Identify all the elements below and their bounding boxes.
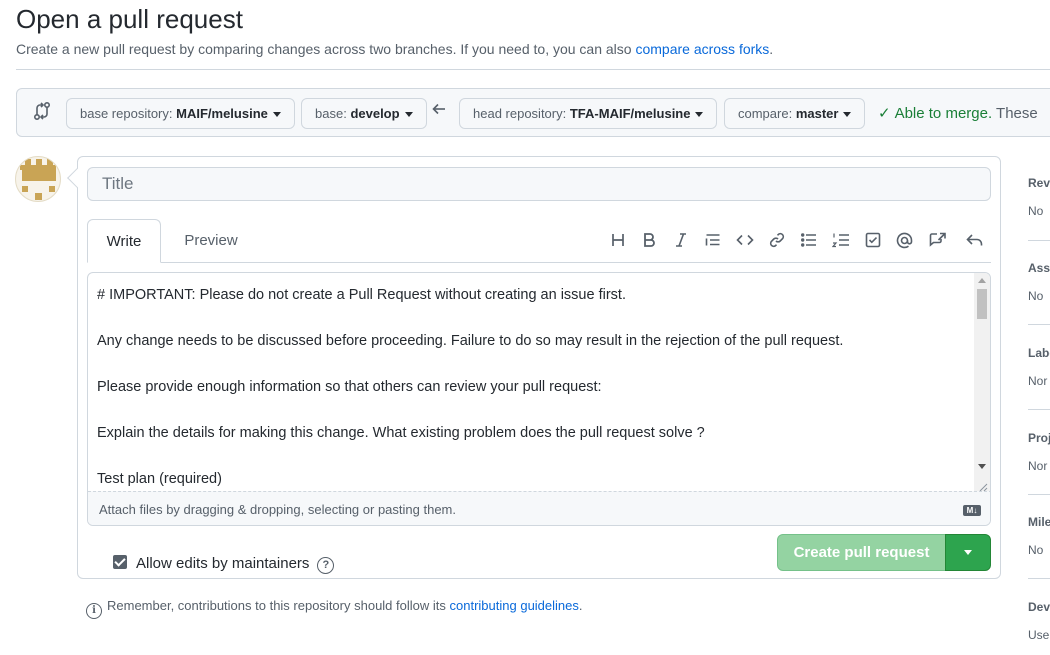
quote-icon[interactable] — [701, 229, 725, 253]
code-icon[interactable] — [733, 229, 757, 253]
task-list-icon[interactable] — [861, 229, 885, 253]
contributing-guidelines-link[interactable]: contributing guidelines — [450, 598, 579, 613]
merge-status-detail: These — [996, 105, 1038, 122]
sidebar-value: No — [1028, 289, 1044, 303]
cross-reference-icon[interactable] — [926, 229, 950, 253]
sidebar-heading: Proj — [1028, 431, 1050, 445]
check-icon: ✓ — [878, 105, 891, 122]
sidebar-divider — [1028, 240, 1050, 241]
sidebar-projects[interactable]: Proj Nor — [1028, 431, 1050, 473]
base-repository-label: base repository: — [80, 106, 173, 121]
sidebar-labels[interactable]: Labe Nor — [1028, 346, 1050, 388]
subtitle-text: Create a new pull request by comparing c… — [16, 41, 632, 57]
chevron-down-icon — [964, 550, 972, 555]
tab-preview[interactable]: Preview — [171, 219, 251, 263]
sidebar-heading: Mile — [1028, 515, 1050, 529]
sidebar-development[interactable]: Dev Use — [1028, 600, 1050, 642]
create-options-dropdown-button[interactable] — [945, 534, 991, 571]
sidebar-value: Use — [1028, 628, 1050, 642]
mention-icon[interactable] — [892, 229, 916, 253]
sidebar-assignees[interactable]: Assi No — [1028, 261, 1050, 303]
avatar-pixel — [25, 159, 31, 165]
head-repository-select[interactable]: head repository: TFA-MAIF/melusine — [459, 98, 718, 129]
page-title: Open a pull request — [16, 4, 243, 34]
body-scrollbar[interactable] — [974, 273, 990, 491]
page-subtitle: Create a new pull request by comparing c… — [16, 41, 773, 57]
avatar-pixel — [49, 186, 55, 192]
base-repository-select[interactable]: base repository: MAIF/melusine — [66, 98, 295, 129]
avatar[interactable] — [15, 156, 61, 202]
sidebar-value: Nor — [1028, 459, 1048, 473]
resize-handle-icon[interactable] — [978, 479, 988, 492]
unordered-list-icon[interactable] — [797, 229, 821, 253]
avatar-pixel — [22, 186, 28, 192]
sidebar-value: No — [1028, 204, 1044, 218]
head-repository-label: head repository: — [473, 106, 567, 121]
avatar-pixel — [22, 170, 56, 181]
head-repository-value: TFA-MAIF/melusine — [569, 106, 691, 121]
create-pull-request-button[interactable]: Create pull request — [777, 534, 946, 571]
sidebar-milestone[interactable]: Mile No — [1028, 515, 1050, 557]
sidebar-divider — [1028, 578, 1050, 579]
chevron-down-icon — [843, 112, 852, 118]
subtitle-suffix: . — [769, 41, 774, 57]
attach-files-hint: Attach files by dragging & dropping, sel… — [99, 502, 456, 517]
sidebar-value: No — [1028, 543, 1044, 557]
scroll-up-icon[interactable] — [978, 278, 986, 283]
link-icon[interactable] — [765, 229, 789, 253]
allow-edits-label: Allow edits by maintainers — [136, 555, 310, 572]
sidebar-heading: Dev — [1028, 600, 1050, 614]
sidebar-heading: Labe — [1028, 346, 1050, 360]
contributing-note-suffix: . — [578, 598, 583, 613]
bold-icon[interactable] — [637, 229, 661, 253]
italic-icon[interactable] — [669, 229, 693, 253]
reply-icon[interactable] — [962, 229, 986, 253]
ordered-list-icon[interactable] — [829, 229, 853, 253]
base-branch-label: base: — [315, 106, 347, 121]
chevron-down-icon — [272, 112, 281, 118]
sidebar-value: Nor — [1028, 374, 1048, 388]
compare-range-bar: base repository: MAIF/melusine base: dev… — [16, 88, 1050, 137]
avatar-pixel — [36, 159, 42, 165]
allow-edits-option[interactable]: Allow edits by maintainers? — [113, 555, 335, 574]
markdown-icon[interactable]: M↓ — [963, 505, 981, 516]
sidebar-reviewers[interactable]: Rev No — [1028, 176, 1050, 218]
compare-across-forks-link[interactable]: compare across forks — [635, 41, 769, 57]
question-icon[interactable]: ? — [317, 557, 335, 574]
title-input[interactable] — [87, 167, 991, 201]
sidebar-divider — [1028, 324, 1050, 325]
base-repository-value: MAIF/melusine — [176, 106, 268, 121]
merge-status-text: Able to merge. — [894, 105, 993, 122]
allow-edits-checkbox[interactable] — [113, 555, 127, 569]
sidebar-heading: Rev — [1028, 176, 1050, 190]
sidebar-divider — [1028, 409, 1050, 410]
contributing-note: i Remember, contributions to this reposit… — [86, 598, 583, 619]
info-icon: i — [86, 603, 102, 619]
scroll-down-icon[interactable] — [978, 464, 986, 469]
base-branch-value: develop — [350, 106, 400, 121]
sidebar-divider — [1028, 494, 1050, 495]
compare-branch-value: master — [795, 106, 839, 121]
contributing-note-text: Remember, contributions to this reposito… — [107, 598, 446, 613]
body-textarea[interactable]: # IMPORTANT: Please do not create a Pull… — [88, 273, 976, 491]
body-editor[interactable]: # IMPORTANT: Please do not create a Pull… — [87, 272, 991, 526]
attach-files-bar[interactable]: Attach files by dragging & dropping, sel… — [88, 491, 990, 525]
arrow-left-icon — [431, 101, 449, 119]
base-branch-select[interactable]: base: develop — [301, 98, 427, 129]
compare-branch-label: compare: — [738, 106, 793, 121]
chevron-down-icon — [404, 112, 413, 118]
sidebar-heading: Assi — [1028, 261, 1050, 275]
header-divider — [16, 69, 1050, 70]
chevron-down-icon — [695, 112, 704, 118]
avatar-pixel — [47, 159, 53, 165]
git-compare-icon — [33, 101, 53, 123]
heading-icon[interactable] — [606, 229, 630, 253]
compare-branch-select[interactable]: compare: master — [724, 98, 866, 129]
merge-status: ✓ Able to merge. These — [878, 104, 1038, 122]
tab-write[interactable]: Write — [87, 219, 161, 263]
avatar-pixel — [35, 193, 42, 200]
scrollbar-thumb[interactable] — [977, 289, 987, 319]
